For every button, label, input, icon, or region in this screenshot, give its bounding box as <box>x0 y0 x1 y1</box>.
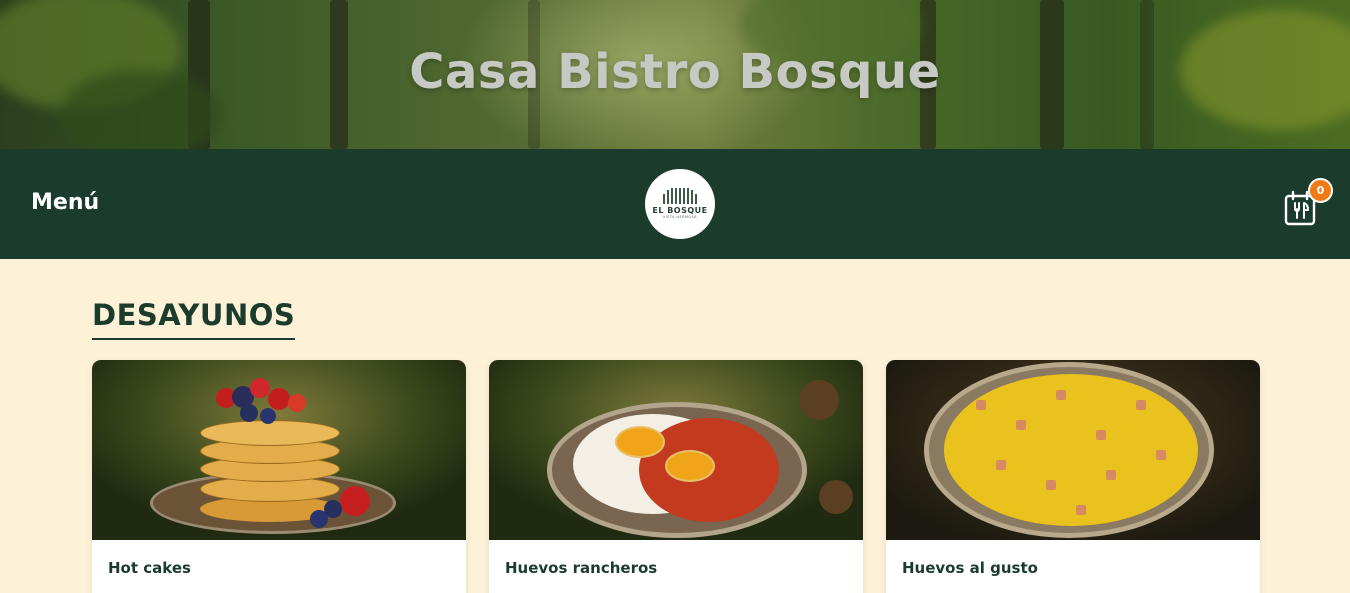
menu-item-name: Huevos al gusto <box>902 559 1038 577</box>
huevos-al-gusto-image <box>886 360 1260 540</box>
cart-count-badge: 0 <box>1308 178 1333 203</box>
logo[interactable]: EL BOSQUE VISTA HERMOSA <box>645 169 715 239</box>
menu-card-huevos-al-gusto[interactable]: Huevos al gusto <box>886 360 1260 593</box>
menu-item-name: Hot cakes <box>108 559 191 577</box>
hot-cakes-image <box>92 360 466 540</box>
huevos-rancheros-image <box>489 360 863 540</box>
hero-banner: Casa Bistro Bosque <box>0 0 1350 149</box>
logo-name: EL BOSQUE <box>652 206 708 215</box>
navbar: Menú EL BOSQUE VISTA HERMOSA <box>0 149 1350 259</box>
logo-mark <box>663 188 697 204</box>
hero-title: Casa Bistro Bosque <box>409 44 941 100</box>
menu-link[interactable]: Menú <box>31 190 99 215</box>
menu-card-huevos-rancheros[interactable]: Huevos rancheros <box>489 360 863 593</box>
menu-card-hot-cakes[interactable]: Hot cakes <box>92 360 466 593</box>
logo-subtitle: VISTA HERMOSA <box>663 215 697 219</box>
section-title: DESAYUNOS <box>92 298 296 340</box>
menu-item-name: Huevos rancheros <box>505 559 658 577</box>
